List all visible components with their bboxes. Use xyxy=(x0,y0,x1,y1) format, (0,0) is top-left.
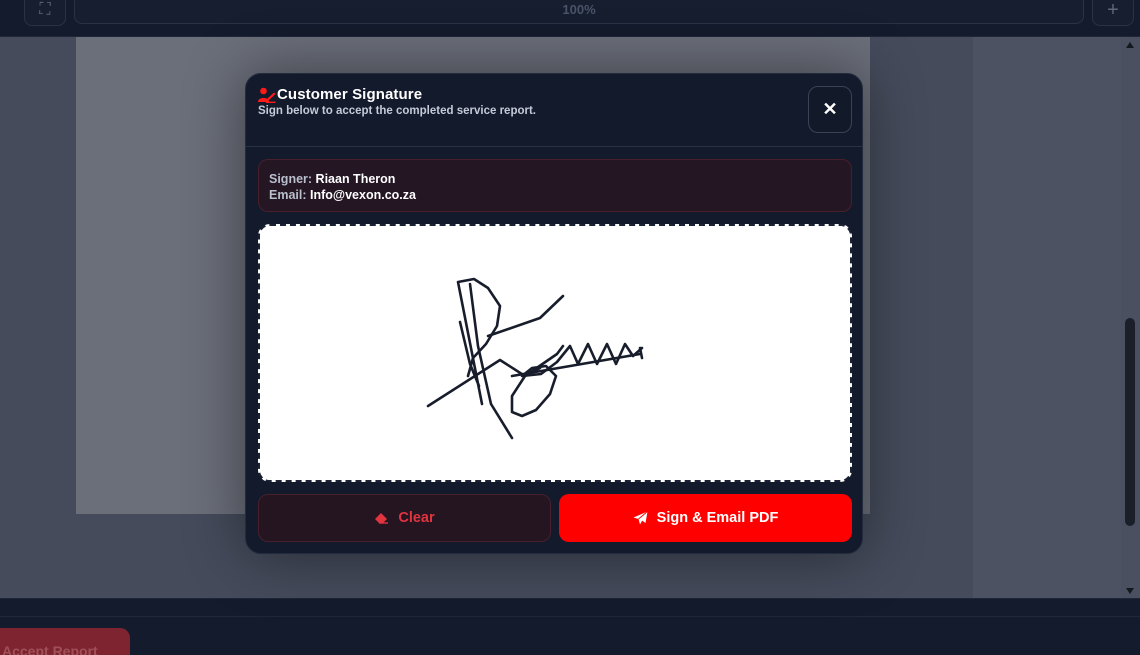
email-row: Email: Info@vexon.co.za xyxy=(269,187,841,203)
accept-report-button[interactable]: Accept Report xyxy=(0,628,130,655)
signer-row: Signer: Riaan Theron xyxy=(269,171,841,187)
modal-title: Customer Signature xyxy=(277,86,423,103)
zoom-level: 100% xyxy=(562,1,596,17)
scroll-down-icon[interactable] xyxy=(1126,588,1134,594)
signature-pad[interactable] xyxy=(258,224,852,482)
side-panel xyxy=(973,37,1121,598)
signer-info-box: Signer: Riaan Theron Email: Info@vexon.c… xyxy=(258,159,852,212)
bottom-divider xyxy=(0,616,1140,617)
email-label: Email: xyxy=(269,188,307,202)
scroll-up-icon[interactable] xyxy=(1126,42,1134,48)
expand-button[interactable]: ⛶ xyxy=(24,0,66,26)
signer-email: Info@vexon.co.za xyxy=(310,188,416,202)
clear-label: Clear xyxy=(398,510,435,526)
expand-icon: ⛶ xyxy=(39,1,51,18)
zoom-in-button[interactable]: + xyxy=(1092,0,1134,26)
modal-title-row: Customer Signature xyxy=(258,86,422,103)
signature-modal: Customer Signature Sign below to accept … xyxy=(245,73,863,554)
sign-and-email-button[interactable]: Sign & Email PDF xyxy=(559,494,852,542)
clear-button[interactable]: Clear xyxy=(258,494,551,542)
signer-name: Riaan Theron xyxy=(315,172,396,186)
eraser-icon xyxy=(375,513,389,524)
vertical-scrollbar[interactable] xyxy=(1121,37,1140,598)
scrollbar-thumb[interactable] xyxy=(1125,318,1135,526)
close-button[interactable]: ✕ xyxy=(808,86,852,133)
sign-and-email-label: Sign & Email PDF xyxy=(656,510,779,526)
user-signature-icon xyxy=(258,87,276,103)
top-toolbar: ⛶ 100% + xyxy=(0,0,1140,37)
paper-plane-icon xyxy=(633,511,648,525)
modal-header: Customer Signature Sign below to accept … xyxy=(246,74,862,147)
zoom-level-display[interactable]: 100% xyxy=(74,0,1084,24)
close-icon: ✕ xyxy=(822,99,838,119)
plus-icon: + xyxy=(1107,0,1119,21)
modal-subtitle: Sign below to accept the completed servi… xyxy=(258,105,536,117)
signature-drawing xyxy=(426,277,644,440)
signer-label: Signer: xyxy=(269,172,313,186)
bottom-bar: Accept Report xyxy=(0,598,1140,655)
